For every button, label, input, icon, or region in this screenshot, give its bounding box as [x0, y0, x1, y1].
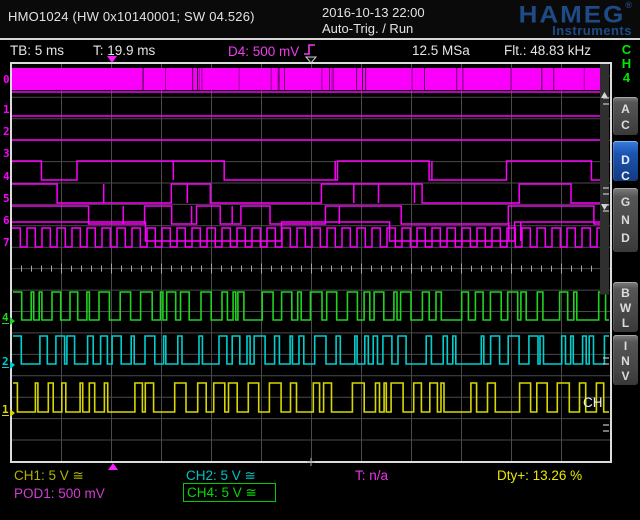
oscilloscope-screen: HMO1024 (HW 0x10140001; SW 04.526) 2016-… [0, 0, 640, 520]
trigger-freq-readout: T: n/a [355, 468, 388, 483]
ch2-scale-readout: CH2: 5 V ≅ [186, 468, 256, 484]
ch4-position-marker: 4 [2, 312, 15, 325]
ch2-position-marker: 2 [2, 356, 15, 369]
ch4-scale-text: CH4: 5 V ≅ [187, 485, 257, 500]
digital-channel-label-1: 1 [3, 103, 13, 116]
softkey-ac-coupling[interactable]: AC [613, 97, 638, 135]
channel-arrow-icon [10, 361, 15, 369]
digital-channel-label-3: 3 [3, 147, 13, 160]
ch4-scale-readout-selected[interactable]: CH4: 5 V ≅ [183, 483, 276, 502]
sidebar-channel-title: CH4 [615, 43, 638, 85]
digital-channel-label-0: 0 [3, 73, 13, 86]
pod1-scale-readout: POD1: 500 mV [14, 486, 105, 501]
ch4-trace [13, 292, 609, 320]
waveform-display [0, 0, 640, 520]
channel-arrow-icon [10, 409, 15, 417]
channel-popup-label: CH [583, 395, 603, 410]
channel-arrow-icon [10, 317, 15, 325]
trigger-position-marker-bottom [108, 463, 118, 470]
digital-channel-label-7: 7 [3, 236, 13, 249]
ch1-scale-readout: CH1: 5 V ≅ [14, 468, 84, 484]
softkey-bandwidth-limit[interactable]: BWL [613, 282, 638, 332]
digital-channel-label-2: 2 [3, 125, 13, 138]
bottom-center-tick [307, 458, 315, 466]
softkey-gnd[interactable]: GND [613, 188, 638, 252]
softkey-dc-coupling[interactable]: DC [613, 141, 638, 181]
digital-channel-label-6: 6 [3, 214, 13, 227]
trigger-position-marker-top [107, 56, 117, 63]
graticule [11, 63, 611, 462]
softkey-invert[interactable]: INV [613, 335, 638, 385]
digital-channel-label-4: 4 [3, 170, 13, 183]
ch1-position-marker: 1 [2, 404, 15, 417]
digital-channel-label-5: 5 [3, 192, 13, 205]
D0-trace [12, 68, 600, 90]
duty-cycle-readout: Dty+: 13.26 % [497, 468, 582, 483]
